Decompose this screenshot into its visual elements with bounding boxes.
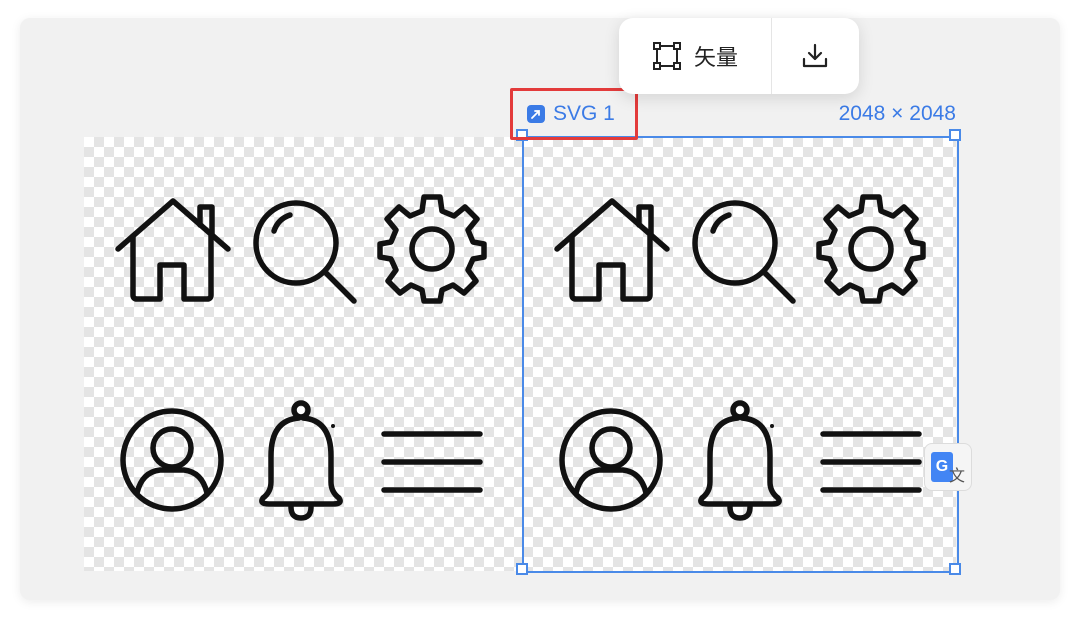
floating-toolbar: 矢量 (619, 18, 859, 94)
original-image-preview (84, 137, 522, 571)
icon-grid-original (84, 137, 522, 571)
resize-handle-bottom-left[interactable] (516, 563, 528, 575)
download-button[interactable] (772, 18, 858, 94)
layer-name: SVG 1 (553, 102, 615, 125)
dimensions-label: 2048 × 2048 (838, 102, 956, 125)
resize-handle-top-right[interactable] (949, 129, 961, 141)
translate-wen-label: 文 (949, 468, 966, 485)
translate-widget[interactable]: G 文 (924, 443, 972, 491)
icon-grid-vector (523, 137, 956, 571)
vector-button[interactable]: 矢量 (619, 18, 771, 94)
svg-layer-canvas[interactable] (523, 137, 956, 571)
download-icon (802, 43, 828, 68)
resize-handle-bottom-right[interactable] (949, 563, 961, 575)
vector-button-label: 矢量 (693, 45, 738, 70)
layer-name-label[interactable]: SVG 1 (510, 88, 638, 140)
svg-layer-icon (527, 105, 545, 123)
vector-frame-icon (652, 42, 681, 70)
